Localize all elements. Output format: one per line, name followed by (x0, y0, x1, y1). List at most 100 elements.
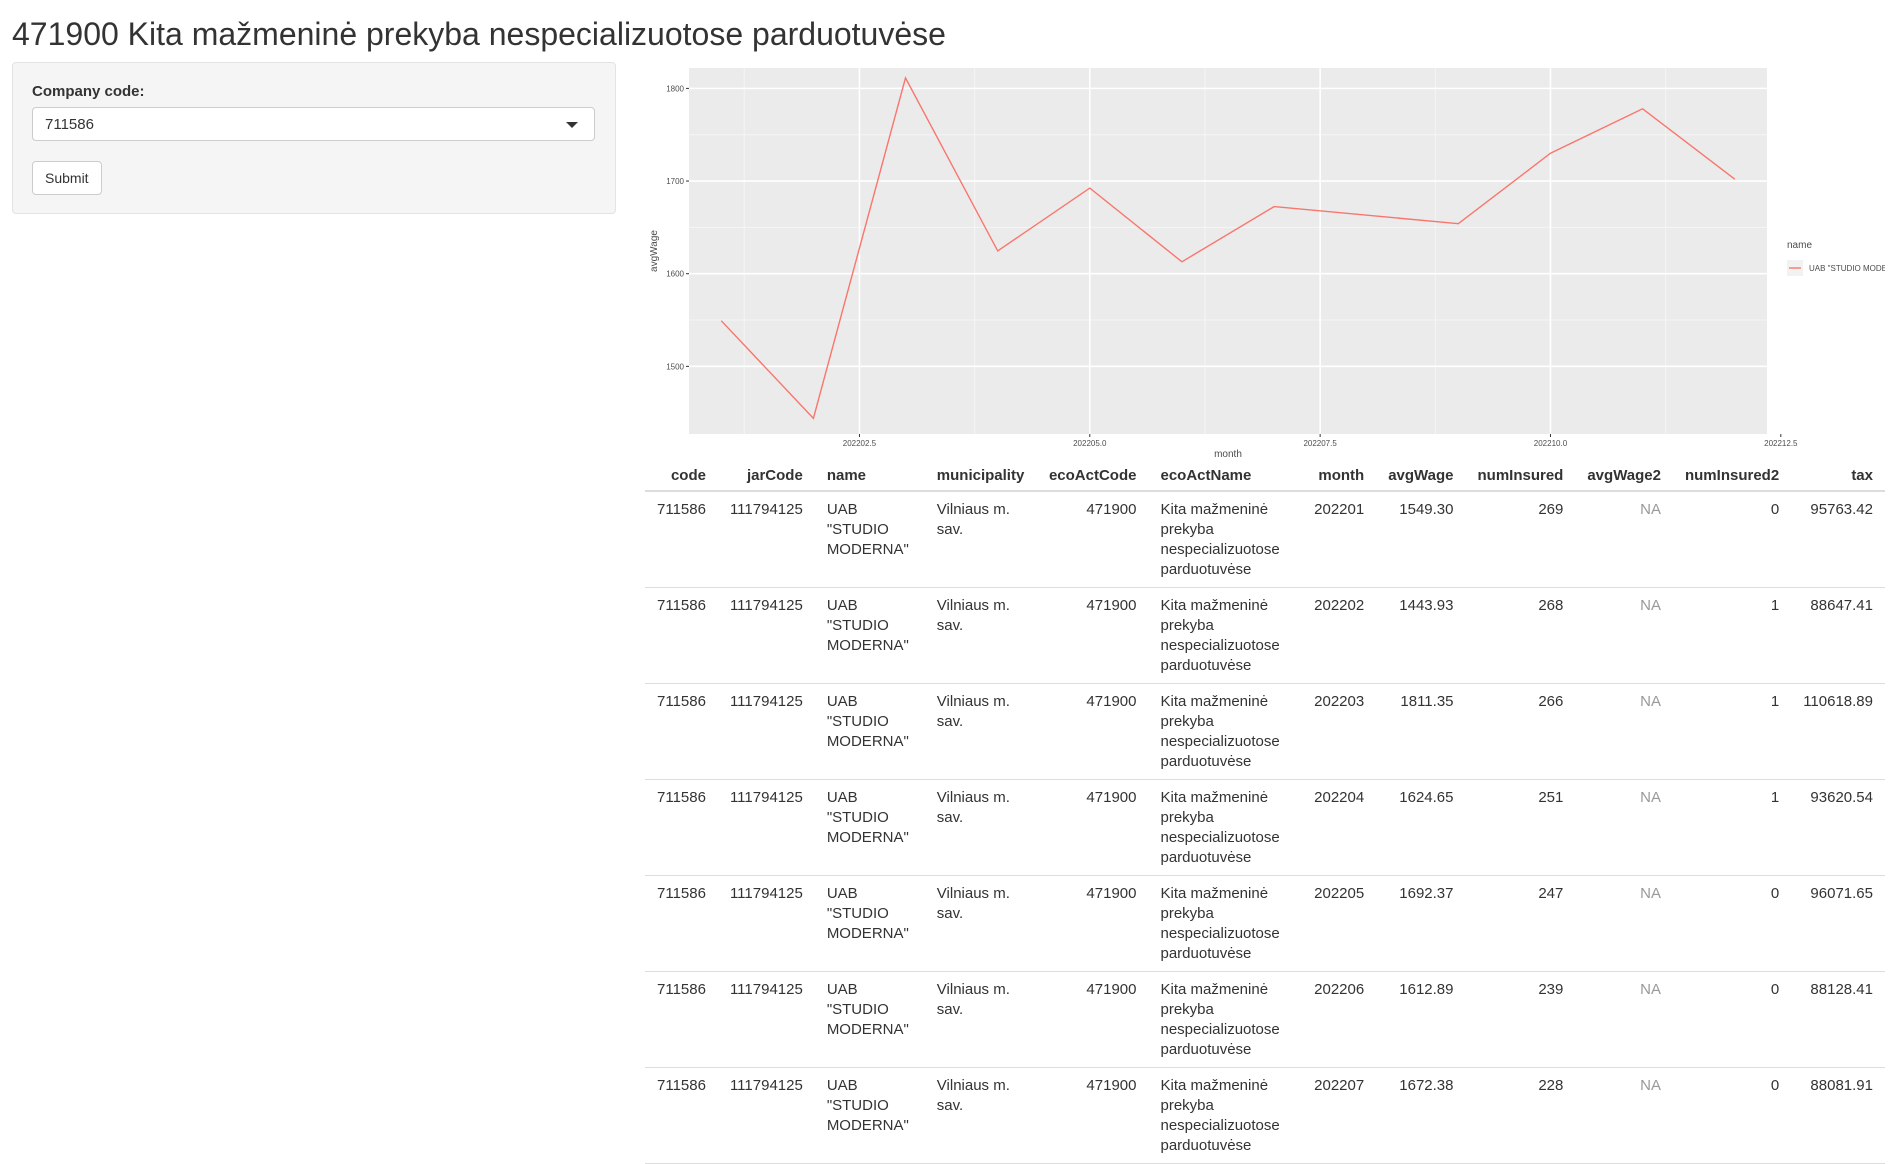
table-cell-jarCode: 111794125 (718, 780, 815, 876)
table-cell-avgWage2: NA (1575, 1068, 1673, 1164)
x-tick-label: 202207.5 (1303, 439, 1337, 448)
table-cell-avgWage2: NA (1575, 491, 1673, 588)
column-header-ecoActCode[interactable]: ecoActCode (1037, 462, 1149, 491)
table-cell-jarCode: 111794125 (718, 876, 815, 972)
table-cell-code: 711586 (645, 588, 718, 684)
avg-wage-chart: 202202.5202205.0202207.5202210.0202212.5… (645, 58, 1885, 458)
table-cell-numInsured2: 0 (1673, 1068, 1791, 1164)
legend-title: name (1787, 240, 1812, 251)
table-cell-municipality: Vilniaus m. sav. (925, 972, 1037, 1068)
table-cell-numInsured: 239 (1466, 972, 1576, 1068)
table-cell-numInsured: 247 (1466, 876, 1576, 972)
table-cell-numInsured: 268 (1466, 588, 1576, 684)
table-cell-tax: 95763.42 (1791, 491, 1885, 588)
table-cell-municipality: Vilniaus m. sav. (925, 1068, 1037, 1164)
table-cell-numInsured2: 0 (1673, 876, 1791, 972)
table-cell-month: 202206 (1302, 972, 1376, 1068)
table-cell-numInsured: 251 (1466, 780, 1576, 876)
table-cell-ecoActName: Kita mažmeninė prekyba nespecializuotose… (1148, 491, 1302, 588)
y-tick-label: 1600 (666, 270, 684, 279)
table-cell-jarCode: 111794125 (718, 491, 815, 588)
table-cell-ecoActName: Kita mažmeninė prekyba nespecializuotose… (1148, 684, 1302, 780)
table-cell-jarCode: 111794125 (718, 972, 815, 1068)
table-cell-numInsured: 228 (1466, 1068, 1576, 1164)
table-row: 711586111794125UAB "STUDIO MODERNA"Vilni… (645, 684, 1885, 780)
table-cell-numInsured2: 1 (1673, 588, 1791, 684)
table-cell-tax: 88128.41 (1791, 972, 1885, 1068)
table-cell-avgWage2: NA (1575, 876, 1673, 972)
table-cell-numInsured2: 0 (1673, 491, 1791, 588)
table-cell-jarCode: 111794125 (718, 1068, 815, 1164)
sidebar-panel: Company code: 711586 Submit (12, 62, 616, 214)
submit-button[interactable]: Submit (32, 161, 102, 195)
chevron-down-icon (566, 122, 578, 128)
table-cell-avgWage: 1612.89 (1376, 972, 1465, 1068)
table-cell-municipality: Vilniaus m. sav. (925, 780, 1037, 876)
x-axis-title: month (1214, 449, 1242, 458)
table-cell-code: 711586 (645, 972, 718, 1068)
column-header-municipality[interactable]: municipality (925, 462, 1037, 491)
x-tick-label: 202202.5 (843, 439, 877, 448)
column-header-ecoActName[interactable]: ecoActName (1148, 462, 1302, 491)
table-cell-ecoActName: Kita mažmeninė prekyba nespecializuotose… (1148, 780, 1302, 876)
table-cell-ecoActCode: 471900 (1037, 491, 1149, 588)
column-header-avgWage2[interactable]: avgWage2 (1575, 462, 1673, 491)
company-code-label: Company code: (32, 83, 145, 100)
table-row: 711586111794125UAB "STUDIO MODERNA"Vilni… (645, 588, 1885, 684)
y-tick-label: 1800 (666, 84, 684, 93)
table-cell-tax: 88647.41 (1791, 588, 1885, 684)
y-tick-label: 1500 (666, 362, 684, 371)
table-cell-ecoActCode: 471900 (1037, 588, 1149, 684)
table-cell-avgWage2: NA (1575, 972, 1673, 1068)
table-cell-ecoActName: Kita mažmeninė prekyba nespecializuotose… (1148, 972, 1302, 1068)
table-cell-avgWage2: NA (1575, 684, 1673, 780)
table-row: 711586111794125UAB "STUDIO MODERNA"Vilni… (645, 491, 1885, 588)
table-cell-code: 711586 (645, 491, 718, 588)
table-row: 711586111794125UAB "STUDIO MODERNA"Vilni… (645, 972, 1885, 1068)
table-cell-ecoActName: Kita mažmeninė prekyba nespecializuotose… (1148, 876, 1302, 972)
table-cell-ecoActCode: 471900 (1037, 1068, 1149, 1164)
legend-label: UAB "STUDIO MODERNA" (1809, 264, 1885, 273)
table-cell-tax: 88081.91 (1791, 1068, 1885, 1164)
table-cell-avgWage: 1443.93 (1376, 588, 1465, 684)
column-header-month[interactable]: month (1302, 462, 1376, 491)
column-header-numInsured[interactable]: numInsured (1466, 462, 1576, 491)
table-cell-tax: 93620.54 (1791, 780, 1885, 876)
table-cell-name: UAB "STUDIO MODERNA" (815, 491, 925, 588)
column-header-numInsured2[interactable]: numInsured2 (1673, 462, 1791, 491)
table-header-row: codejarCodenamemunicipalityecoActCodeeco… (645, 462, 1885, 491)
table-cell-municipality: Vilniaus m. sav. (925, 588, 1037, 684)
column-header-jarCode[interactable]: jarCode (718, 462, 815, 491)
table-row: 711586111794125UAB "STUDIO MODERNA"Vilni… (645, 876, 1885, 972)
table-cell-tax: 110618.89 (1791, 684, 1885, 780)
table-cell-numInsured2: 1 (1673, 780, 1791, 876)
column-header-name[interactable]: name (815, 462, 925, 491)
plot-panel (689, 68, 1767, 434)
table-cell-avgWage2: NA (1575, 780, 1673, 876)
page-title: 471900 Kita mažmeninė prekyba nespeciali… (12, 16, 946, 53)
table-cell-month: 202201 (1302, 491, 1376, 588)
table-cell-municipality: Vilniaus m. sav. (925, 684, 1037, 780)
table-cell-code: 711586 (645, 780, 718, 876)
table-cell-name: UAB "STUDIO MODERNA" (815, 780, 925, 876)
table-cell-numInsured: 266 (1466, 684, 1576, 780)
company-code-select[interactable]: 711586 (32, 107, 595, 141)
table-cell-ecoActCode: 471900 (1037, 876, 1149, 972)
table-cell-numInsured2: 0 (1673, 972, 1791, 1068)
column-header-tax[interactable]: tax (1791, 462, 1885, 491)
column-header-code[interactable]: code (645, 462, 718, 491)
data-table-container: codejarCodenamemunicipalityecoActCodeeco… (645, 462, 1885, 1164)
table-row: 711586111794125UAB "STUDIO MODERNA"Vilni… (645, 780, 1885, 876)
table-cell-avgWage: 1549.30 (1376, 491, 1465, 588)
data-table: codejarCodenamemunicipalityecoActCodeeco… (645, 462, 1885, 1164)
company-code-value: 711586 (45, 116, 94, 133)
table-cell-name: UAB "STUDIO MODERNA" (815, 588, 925, 684)
table-cell-month: 202205 (1302, 876, 1376, 972)
y-tick-label: 1700 (666, 177, 684, 186)
table-cell-name: UAB "STUDIO MODERNA" (815, 684, 925, 780)
column-header-avgWage[interactable]: avgWage (1376, 462, 1465, 491)
table-cell-municipality: Vilniaus m. sav. (925, 876, 1037, 972)
table-cell-avgWage2: NA (1575, 588, 1673, 684)
y-axis-title: avgWage (649, 230, 660, 272)
table-cell-numInsured2: 1 (1673, 684, 1791, 780)
